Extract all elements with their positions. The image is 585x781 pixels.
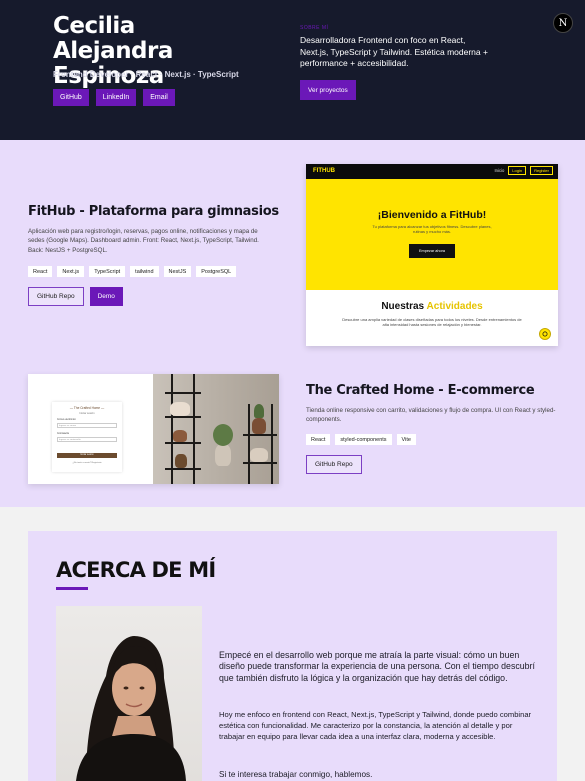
shelf-photo [153, 374, 279, 484]
tag: styled-components [335, 434, 392, 445]
fithub-preview-heading: ¡Bienvenido a FitHub! [377, 209, 487, 221]
profile-photo [56, 606, 202, 781]
fithub-buttons: GitHub Repo Demo [28, 287, 123, 306]
fithub-preview-nav-login: Login [508, 166, 527, 175]
hero-kicker: SOBRE MÍ [300, 25, 329, 31]
fithub-preview-hero: ¡Bienvenido a FitHub! Tu plataforma para… [306, 179, 558, 290]
crafted-home-buttons: GitHub Repo [306, 455, 362, 474]
fithub-preview-nav: FITHUB Inicio Login Register [306, 164, 558, 179]
crafted-home-tags: React styled-components Vite [306, 434, 416, 445]
hero-links: GitHub LinkedIn Email [53, 89, 175, 106]
fithub-github-repo-button[interactable]: GitHub Repo [28, 287, 84, 306]
fithub-preview-section-title: Nuestras Actividades [381, 301, 483, 312]
view-projects-button[interactable]: Ver proyectos [300, 80, 356, 100]
fithub-demo-button[interactable]: Demo [89, 287, 123, 306]
about-title-underline [56, 587, 88, 590]
hero-description: Desarrolladora Frontend con foco en Reac… [300, 35, 488, 68]
tag: NestJS [163, 266, 192, 277]
about-paragraph-2: Hoy me enfoco en frontend con React, Nex… [219, 710, 532, 741]
about-paragraph-3: Si te interesa trabajar conmigo, hablemo… [219, 770, 373, 779]
crafted-home-description: Tienda online responsive con carrito, va… [306, 407, 556, 424]
crafted-home-login-form: — The Crafted Home — Iniciar sesión Corr… [52, 402, 122, 472]
linkedin-link[interactable]: LinkedIn [95, 89, 137, 106]
fithub-preview-logo: FITHUB [313, 168, 335, 174]
tag: Next.js [57, 266, 85, 277]
hero-role: Frontend Developer · React · Next.js · T… [53, 70, 239, 79]
tag: React [306, 434, 331, 445]
hero-section: Cecilia Alejandra Espinoza Frontend Deve… [0, 0, 585, 140]
fithub-preview-nav-home: Inicio [494, 168, 505, 173]
tag: TypeScript [89, 266, 126, 277]
tag: tailwind [130, 266, 159, 277]
email-link[interactable]: Email [143, 89, 175, 106]
about-paragraph-1: Empecé en el desarrollo web porque me at… [219, 650, 535, 683]
fithub-tags: React Next.js TypeScript tailwind NestJS… [28, 266, 237, 277]
fithub-title: FitHub - Plataforma para gimnasios [28, 204, 279, 219]
fithub-preview-nav-register: Register [530, 166, 553, 175]
fithub-preview-subheading: Tu plataforma para alcanzar tus objetivo… [372, 224, 492, 234]
tag: PostgreSQL [196, 266, 237, 277]
github-link[interactable]: GitHub [53, 89, 89, 106]
fithub-preview[interactable]: FITHUB Inicio Login Register ¡Bienvenido… [306, 164, 558, 346]
crafted-home-title: The Crafted Home - E-commerce [306, 383, 535, 398]
fithub-description: Aplicación web para registro/login, rese… [28, 228, 259, 254]
about-title: ACERCA DE MÍ [56, 558, 216, 582]
nextjs-badge-icon[interactable]: N [553, 13, 573, 33]
fithub-preview-section-text: Descubre una amplia variedad de clases d… [342, 317, 522, 327]
tag: React [28, 266, 53, 277]
chat-icon [539, 328, 551, 340]
tag: Vite [396, 434, 416, 445]
crafted-home-preview[interactable]: — The Crafted Home — Iniciar sesión Corr… [28, 374, 279, 484]
fithub-preview-button: Empezar ahora [409, 244, 455, 258]
crafted-home-github-repo-button[interactable]: GitHub Repo [306, 455, 362, 474]
